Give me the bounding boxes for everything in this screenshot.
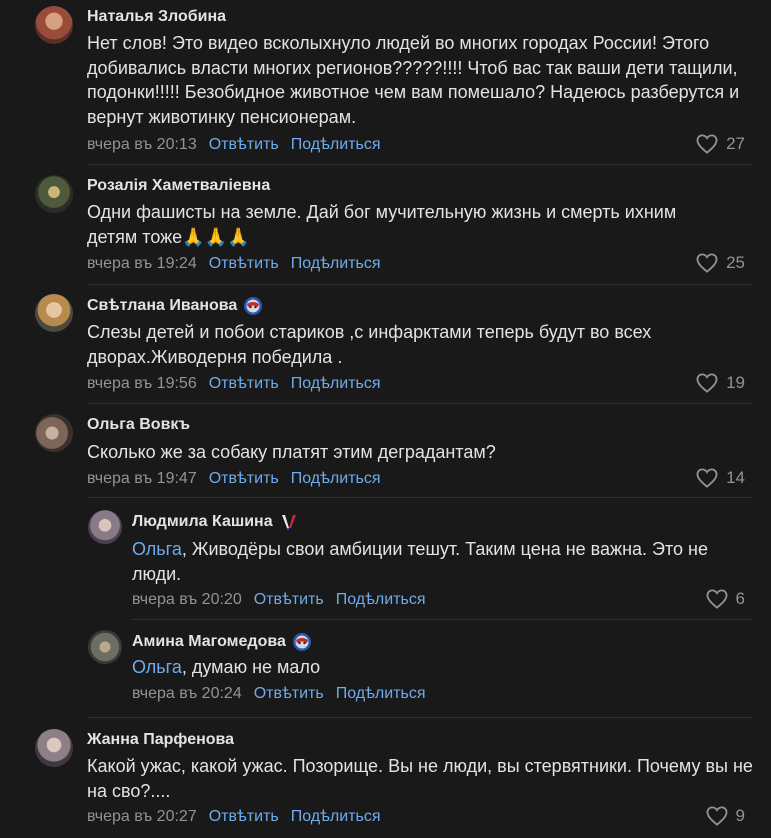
divider xyxy=(87,497,752,498)
divider xyxy=(87,717,752,718)
like-button[interactable]: 19 xyxy=(696,373,745,393)
divider xyxy=(87,284,752,285)
share-button[interactable]: Подѣлиться xyxy=(291,808,381,826)
like-count: 6 xyxy=(735,589,745,608)
shield-badge-icon xyxy=(292,633,311,651)
comment-author[interactable]: Розалія Хаметваліевна xyxy=(87,177,270,195)
heart-icon xyxy=(706,589,727,609)
comment-meta: вчера въ 19:56 Отвѣтить Подѣлиться xyxy=(87,375,381,393)
comment-time[interactable]: вчера въ 20:13 xyxy=(87,136,197,154)
share-button[interactable]: Подѣлиться xyxy=(291,375,381,393)
share-button[interactable]: Подѣлиться xyxy=(291,255,381,273)
share-button[interactable]: Подѣлиться xyxy=(336,591,426,609)
comment-text: Слезы детей и побои стариков ,с инфаркта… xyxy=(87,322,652,367)
reply-button[interactable]: Отвѣтить xyxy=(254,591,324,609)
avatar[interactable] xyxy=(88,630,122,664)
reply-button[interactable]: Отвѣтить xyxy=(209,255,279,273)
comment-author[interactable]: Людмила Кашина xyxy=(132,512,299,532)
comment-author[interactable]: Свѣтлана Иванова xyxy=(87,296,263,316)
comment-text: Какой ужас, какой ужас. Позорище. Вы не … xyxy=(87,756,753,801)
avatar[interactable] xyxy=(35,175,73,213)
comment-meta: вчера въ 20:13 Отвѣтить Подѣлиться xyxy=(87,136,381,154)
share-button[interactable]: Подѣлиться xyxy=(291,470,381,488)
like-count: 14 xyxy=(726,468,745,487)
comment-text: Ольга, думаю не мало xyxy=(132,657,321,677)
reply-button[interactable]: Отвѣтить xyxy=(209,136,279,154)
comment-text: Ольга, Живодёры свои амбиции тешут. Таки… xyxy=(132,539,708,584)
share-button[interactable]: Подѣлиться xyxy=(291,136,381,154)
mention-link[interactable]: Ольга xyxy=(132,539,182,559)
avatar[interactable] xyxy=(35,294,73,332)
reply-button[interactable]: Отвѣтить xyxy=(209,470,279,488)
avatar[interactable] xyxy=(35,729,73,767)
like-count: 25 xyxy=(726,253,745,272)
avatar[interactable] xyxy=(88,510,122,544)
comment-author[interactable]: Наталья Злобина xyxy=(87,8,226,26)
like-button[interactable]: 9 xyxy=(706,806,745,826)
like-button[interactable]: 25 xyxy=(696,253,745,273)
heart-icon xyxy=(706,806,727,826)
divider xyxy=(87,164,752,165)
reply-button[interactable]: Отвѣтить xyxy=(209,808,279,826)
heart-icon xyxy=(696,134,718,154)
comment-meta: вчера въ 20:24 Отвѣтить Подѣлиться xyxy=(132,685,426,703)
reply-button[interactable]: Отвѣтить xyxy=(254,685,324,703)
like-button[interactable]: 6 xyxy=(706,589,745,609)
comment-meta: вчера въ 20:20 Отвѣтить Подѣлиться xyxy=(132,591,426,609)
like-button[interactable]: 14 xyxy=(696,468,745,488)
comment-time[interactable]: вчера въ 19:24 xyxy=(87,255,197,273)
victory-badge-icon xyxy=(281,515,296,530)
like-count: 9 xyxy=(735,806,745,825)
avatar[interactable] xyxy=(35,6,73,44)
comment-meta: вчера въ 20:27 Отвѣтить Подѣлиться xyxy=(87,808,381,826)
comment-author[interactable]: Амина Магомедова xyxy=(132,632,312,652)
heart-icon xyxy=(696,253,718,273)
avatar[interactable] xyxy=(35,414,73,452)
comment-time[interactable]: вчера въ 20:20 xyxy=(132,591,242,609)
comments-list: Наталья Злобина Нет слов! Это видео вско… xyxy=(0,0,771,838)
comment-time[interactable]: вчера въ 20:24 xyxy=(132,685,242,703)
comment-meta: вчера въ 19:47 Отвѣтить Подѣлиться xyxy=(87,470,381,488)
comment-author[interactable]: Жанна Парфенова xyxy=(87,731,234,749)
heart-icon xyxy=(696,373,718,393)
comment-time[interactable]: вчера въ 20:27 xyxy=(87,808,197,826)
comment-meta: вчера въ 19:24 Отвѣтить Подѣлиться xyxy=(87,255,381,273)
comment-text: Одни фашисты на земле. Дай бог мучительн… xyxy=(87,202,677,247)
like-count: 27 xyxy=(726,134,745,153)
divider xyxy=(87,403,752,404)
comment-time[interactable]: вчера въ 19:56 xyxy=(87,375,197,393)
like-button[interactable]: 27 xyxy=(696,134,745,154)
comment-time[interactable]: вчера въ 19:47 xyxy=(87,470,197,488)
heart-icon xyxy=(696,468,718,488)
shield-badge-icon xyxy=(244,297,263,315)
comment-author[interactable]: Ольга Вовкъ xyxy=(87,416,190,434)
divider xyxy=(132,619,752,620)
mention-link[interactable]: Ольга xyxy=(132,657,182,677)
share-button[interactable]: Подѣлиться xyxy=(336,685,426,703)
like-count: 19 xyxy=(726,373,745,392)
comment-text: Сколько же за собаку платят этим деграда… xyxy=(87,442,496,462)
comment-text: Нет слов! Это видео всколыхнуло людей во… xyxy=(87,33,740,127)
reply-button[interactable]: Отвѣтить xyxy=(209,375,279,393)
